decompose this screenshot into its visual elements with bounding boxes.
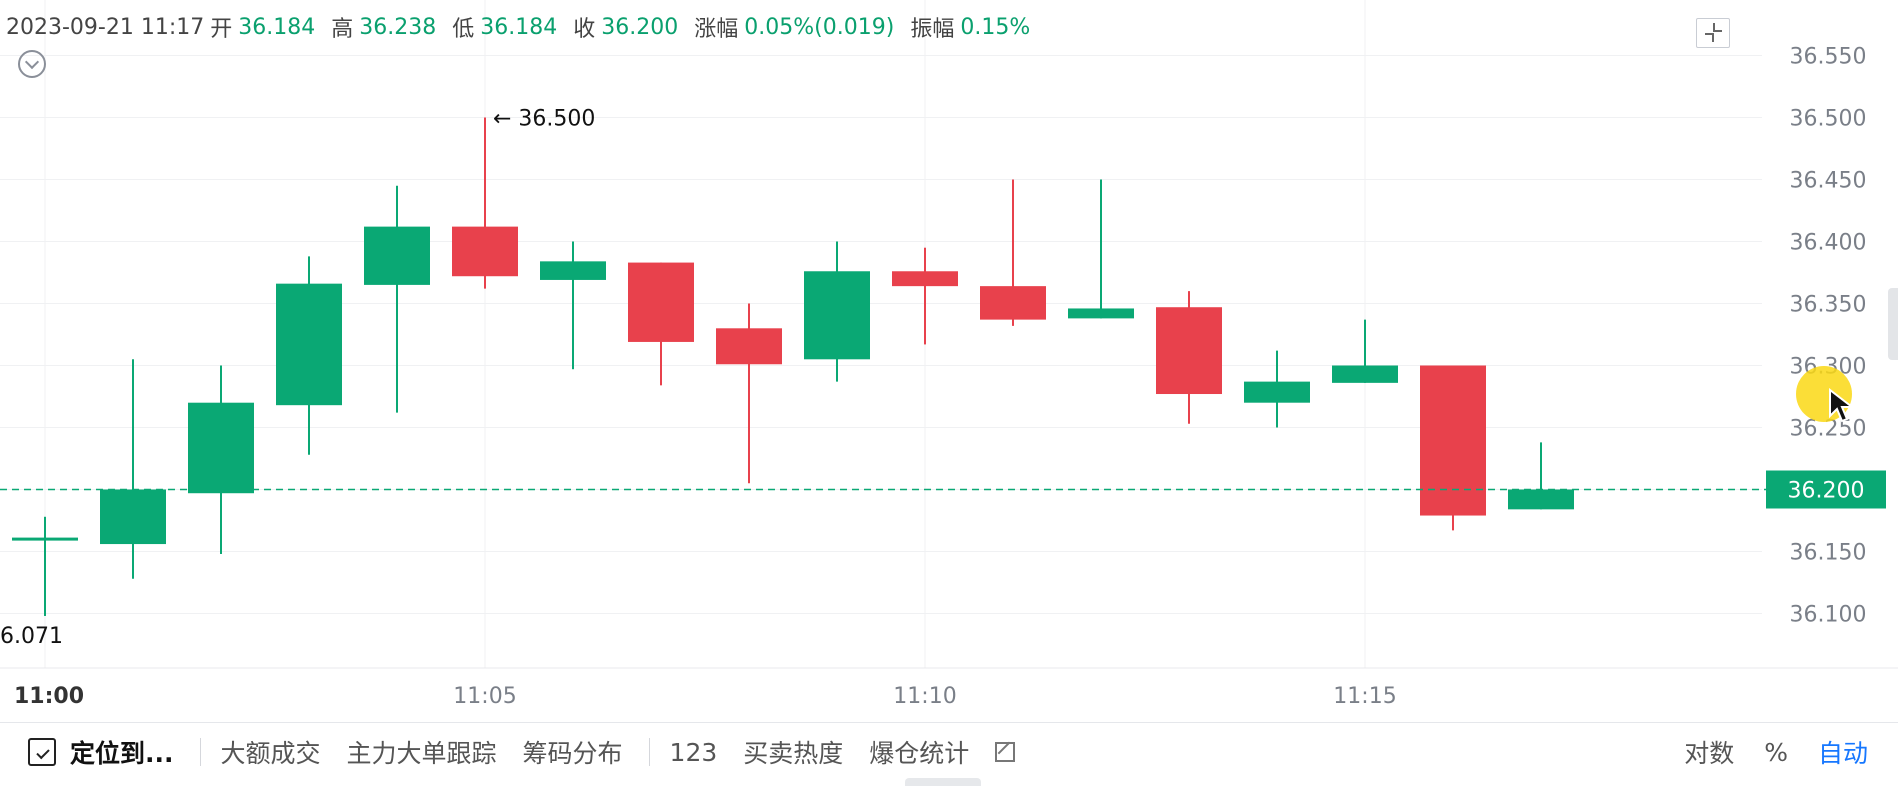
divider	[648, 738, 650, 766]
candle-down	[1156, 291, 1222, 424]
y-tick-label: 36.550	[1790, 45, 1867, 70]
candle-body	[276, 283, 342, 406]
shrink-icon[interactable]	[1696, 18, 1730, 48]
main-order-tracking-button[interactable]: 主力大单跟踪	[347, 734, 497, 770]
divider	[199, 738, 201, 766]
mouse-pointer-icon	[1829, 388, 1854, 423]
y-tick-label: 36.500	[1790, 107, 1867, 132]
candle-down	[452, 117, 518, 289]
max-price-annotation: ← 36.500	[493, 107, 595, 132]
calendar-check-icon[interactable]	[28, 738, 56, 766]
candle-up	[1244, 350, 1310, 428]
locate-button[interactable]: 定位到...	[70, 734, 174, 770]
candle-body	[716, 328, 782, 365]
candle-down	[980, 179, 1046, 326]
candle-up	[276, 256, 342, 455]
candle-body	[628, 262, 694, 342]
open-value: 36.184	[238, 14, 316, 40]
candle-body	[804, 271, 870, 360]
y-tick-label: 36.350	[1790, 293, 1867, 318]
close-label: 收	[573, 17, 596, 42]
candle-body	[1244, 381, 1310, 403]
candle-body	[1156, 307, 1222, 395]
x-tick-label: 11:00	[14, 684, 84, 709]
candle-up	[540, 241, 606, 370]
candle-up	[1508, 442, 1574, 510]
y-tick-label: 36.150	[1790, 541, 1867, 566]
change-label: 涨幅	[694, 17, 739, 42]
x-tick-label: 11:10	[893, 684, 956, 709]
amplitude-value: 0.15%	[960, 14, 1031, 40]
candle-body	[12, 537, 78, 541]
liquidation-stats-button[interactable]: 爆仓统计	[869, 734, 969, 770]
y-tick-label: 36.400	[1790, 231, 1867, 256]
external-edit-icon[interactable]	[995, 742, 1016, 762]
candle-up	[364, 185, 430, 413]
candle-down	[628, 262, 694, 386]
candle-body	[1508, 489, 1574, 510]
bottom-toolbar: 定位到... 大额成交 主力大单跟踪 筹码分布 123 买卖热度 爆仓统计 对数…	[0, 722, 1898, 781]
candle-body	[452, 226, 518, 277]
candle-body	[540, 261, 606, 280]
candle-up	[804, 241, 870, 382]
close-value: 36.200	[601, 14, 679, 40]
candle-body	[980, 286, 1046, 320]
chevron-down-circle-icon[interactable]	[18, 50, 46, 78]
amplitude-label: 振幅	[910, 17, 955, 42]
chip-distribution-button[interactable]: 筹码分布	[523, 734, 623, 770]
high-value: 36.238	[359, 14, 437, 40]
y-tick-label: 36.450	[1790, 169, 1867, 194]
candle-body	[1332, 365, 1398, 383]
scale-options: 对数 % 自动	[1684, 734, 1898, 770]
ohlc-info-bar: 2023-09-21 11:17 开 36.184 高 36.238 低 36.…	[6, 12, 1046, 43]
high-label: 高	[331, 17, 354, 42]
candle-body	[1420, 365, 1486, 516]
candle-up	[1068, 179, 1134, 319]
x-tick-label: 11:15	[1333, 684, 1396, 709]
candle-up	[1332, 319, 1398, 383]
num-123-button[interactable]: 123	[670, 738, 718, 767]
candle-body	[364, 226, 430, 285]
trade-heat-button[interactable]: 买卖热度	[743, 734, 843, 770]
x-tick-label: 11:05	[453, 684, 516, 709]
side-panel-handle[interactable]	[1888, 288, 1898, 360]
percent-scale-toggle[interactable]: %	[1764, 738, 1788, 767]
candlestick-chart[interactable]: 36.55036.50036.45036.40036.35036.30036.2…	[0, 0, 1898, 786]
candle-up	[12, 516, 78, 616]
candle-down	[892, 247, 958, 345]
candle-body	[892, 271, 958, 287]
candles	[12, 117, 1574, 616]
open-label: 开	[210, 17, 233, 42]
candle-up	[100, 359, 166, 579]
y-tick-label: 36.100	[1790, 603, 1867, 628]
candle-up	[188, 365, 254, 554]
auto-scale-toggle[interactable]: 自动	[1818, 734, 1868, 770]
candle-down	[1420, 365, 1486, 531]
large-trades-button[interactable]: 大额成交	[221, 734, 321, 770]
low-label: 低	[452, 17, 475, 42]
datetime-label: 2023-09-21 11:17	[6, 14, 205, 40]
candle-body	[100, 489, 166, 545]
candle-body	[188, 402, 254, 494]
log-scale-toggle[interactable]: 对数	[1684, 734, 1734, 770]
candle-body	[1068, 308, 1134, 319]
drawer-handle[interactable]	[905, 778, 981, 786]
change-value: 0.05%(0.019)	[744, 14, 895, 40]
low-value: 36.184	[480, 14, 558, 40]
candle-down	[716, 303, 782, 484]
min-price-annotation: 6.071	[0, 624, 63, 649]
current-price-label: 36.200	[1788, 479, 1865, 504]
